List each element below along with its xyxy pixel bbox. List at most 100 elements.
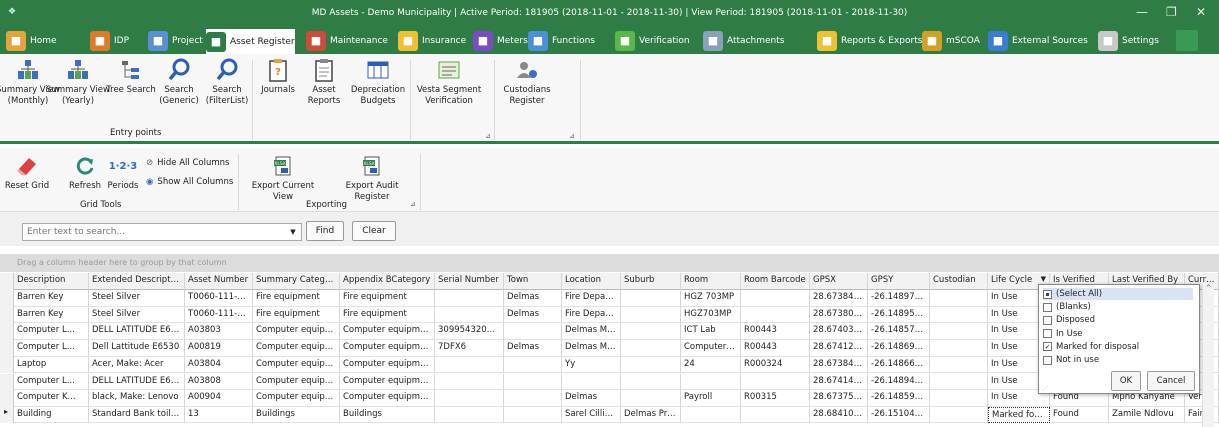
- table-cell[interactable]: Delmas: [504, 340, 562, 357]
- table-cell[interactable]: Computer L...: [14, 323, 89, 340]
- table-cell[interactable]: A00819: [185, 340, 253, 357]
- table-cell[interactable]: Barren Key: [14, 290, 89, 307]
- table-cell[interactable]: A03804: [185, 356, 253, 374]
- table-cell[interactable]: -26.14857674: [868, 323, 930, 340]
- table-cell[interactable]: 28.67380500: [810, 306, 868, 324]
- table-cell[interactable]: [741, 290, 810, 307]
- table-cell[interactable]: [621, 306, 681, 324]
- checkbox[interactable]: [1043, 355, 1052, 365]
- checkbox[interactable]: [1043, 289, 1052, 299]
- table-cell[interactable]: -26.14894000: [868, 373, 930, 390]
- column-header[interactable]: Summary Category: [253, 273, 340, 290]
- table-cell[interactable]: Steel Silver: [89, 306, 185, 324]
- row-indicator[interactable]: [0, 373, 14, 390]
- custodians-register-button[interactable]: Custodians Register: [500, 58, 554, 107]
- reset-grid-button[interactable]: Reset Grid: [4, 154, 50, 192]
- table-cell[interactable]: R00443: [741, 340, 810, 357]
- table-cell[interactable]: -26.14859772: [868, 390, 930, 407]
- table-cell[interactable]: Delmas Mai...: [562, 340, 621, 357]
- search-generic-button[interactable]: Search (Generic): [158, 58, 200, 107]
- column-header[interactable]: Description: [14, 273, 89, 290]
- table-cell[interactable]: Fire Depart...: [562, 290, 621, 307]
- summary-monthly-button[interactable]: Summary View (Monthly): [0, 58, 60, 107]
- table-cell[interactable]: [504, 356, 562, 374]
- table-cell[interactable]: [435, 356, 504, 374]
- tab-meters[interactable]: ■ Meters: [473, 27, 528, 54]
- table-row[interactable]: Computer L... DELL LATITUDE E6530 A03808 Co…: [0, 373, 1219, 390]
- table-cell[interactable]: [621, 373, 681, 390]
- table-cell[interactable]: 28.67375755: [810, 390, 868, 407]
- table-cell[interactable]: [562, 373, 621, 390]
- table-cell[interactable]: 24: [681, 356, 741, 374]
- column-header[interactable]: Extended Description: [89, 273, 185, 290]
- table-cell[interactable]: [435, 306, 504, 324]
- export-audit-register-button[interactable]: XLSX Export Audit Register: [328, 154, 416, 203]
- resize-grip-icon[interactable]: ⋰: [1042, 385, 1048, 392]
- table-cell[interactable]: Fire Depart...: [562, 306, 621, 324]
- vesta-segment-button[interactable]: Vesta Segment Verification: [416, 58, 482, 107]
- row-indicator[interactable]: [0, 356, 14, 374]
- search-filterlist-button[interactable]: Search (FilterList): [204, 58, 250, 107]
- table-cell[interactable]: Computer L...: [681, 340, 741, 357]
- table-cell[interactable]: T0060-111-0...: [185, 290, 253, 307]
- table-cell[interactable]: Steel Silver: [89, 290, 185, 307]
- tab-insurance[interactable]: ■ Insurance: [398, 27, 466, 54]
- table-cell[interactable]: R00315: [741, 390, 810, 407]
- tab-project[interactable]: ■ Project: [148, 27, 203, 54]
- row-indicator[interactable]: [0, 290, 14, 307]
- row-indicator[interactable]: [0, 340, 14, 357]
- table-cell[interactable]: Computer equipment: [340, 373, 435, 390]
- dialog-launcher-icon[interactable]: ⊿: [410, 200, 416, 208]
- table-cell[interactable]: Computer equipment: [253, 390, 340, 407]
- checkbox[interactable]: ✓: [1043, 342, 1052, 352]
- row-indicator[interactable]: ▸: [0, 406, 14, 424]
- table-cell[interactable]: 28.67384338: [810, 290, 868, 307]
- table-cell[interactable]: Computer equipment: [340, 323, 435, 340]
- table-cell[interactable]: -26.14897347: [868, 290, 930, 307]
- table-cell[interactable]: [621, 390, 681, 407]
- table-cell[interactable]: Computer equipment: [253, 373, 340, 390]
- table-cell[interactable]: [621, 356, 681, 374]
- table-cell[interactable]: [435, 373, 504, 390]
- table-cell[interactable]: A03808: [185, 373, 253, 390]
- filter-ok-button[interactable]: OK: [1111, 371, 1141, 391]
- table-cell[interactable]: Delmas: [504, 290, 562, 307]
- table-cell[interactable]: Sarel Cillier...: [562, 406, 621, 424]
- table-cell[interactable]: [930, 323, 988, 340]
- checkbox[interactable]: [1043, 315, 1052, 325]
- tab-functions[interactable]: ■ Functions: [528, 27, 595, 54]
- filter-icon[interactable]: ▼: [1041, 275, 1046, 283]
- export-current-view-button[interactable]: XLSX Export Current View: [242, 154, 324, 203]
- table-cell[interactable]: -26.14866257: [868, 356, 930, 374]
- table-cell[interactable]: Computer equipment: [253, 323, 340, 340]
- table-row[interactable]: Computer K... black, Make: Lenovo A00904 Co…: [0, 390, 1219, 407]
- table-cell[interactable]: DELL LATITUDE E6530: [89, 323, 185, 340]
- column-header[interactable]: Room: [681, 273, 741, 290]
- column-header[interactable]: Room Barcode: [741, 273, 810, 290]
- row-indicator[interactable]: [0, 306, 14, 324]
- row-indicator[interactable]: [0, 323, 14, 340]
- table-cell[interactable]: [930, 356, 988, 374]
- table-row[interactable]: Barren Key Steel Silver T0060-111-0... Fire…: [0, 290, 1219, 307]
- table-cell[interactable]: Acer, Make: Acer: [89, 356, 185, 374]
- table-cell[interactable]: 3099543200039: [435, 323, 504, 340]
- table-cell[interactable]: [930, 340, 988, 357]
- tab-reports-exports[interactable]: ■ Reports & Exports: [817, 27, 922, 54]
- table-cell[interactable]: [504, 323, 562, 340]
- dialog-launcher-icon[interactable]: ⊿: [569, 132, 575, 140]
- table-cell[interactable]: Laptop: [14, 356, 89, 374]
- filter-option[interactable]: (Blanks): [1043, 301, 1091, 313]
- checkbox[interactable]: [1043, 302, 1052, 312]
- table-cell[interactable]: R00443: [741, 323, 810, 340]
- table-cell[interactable]: Zamile Ndlovu: [1109, 406, 1185, 424]
- table-cell[interactable]: Buildings: [253, 406, 340, 424]
- table-cell[interactable]: Computer L...: [14, 373, 89, 390]
- table-cell[interactable]: [621, 340, 681, 357]
- filter-option[interactable]: Not in use: [1043, 354, 1099, 366]
- filter-option[interactable]: (Select All): [1043, 288, 1193, 300]
- table-cell[interactable]: 28.67403603: [810, 323, 868, 340]
- tab-settings[interactable]: ■ Settings: [1098, 27, 1159, 54]
- table-cell[interactable]: DELL LATITUDE E6530: [89, 373, 185, 390]
- table-cell[interactable]: Computer equipment: [253, 356, 340, 374]
- table-cell[interactable]: A03803: [185, 323, 253, 340]
